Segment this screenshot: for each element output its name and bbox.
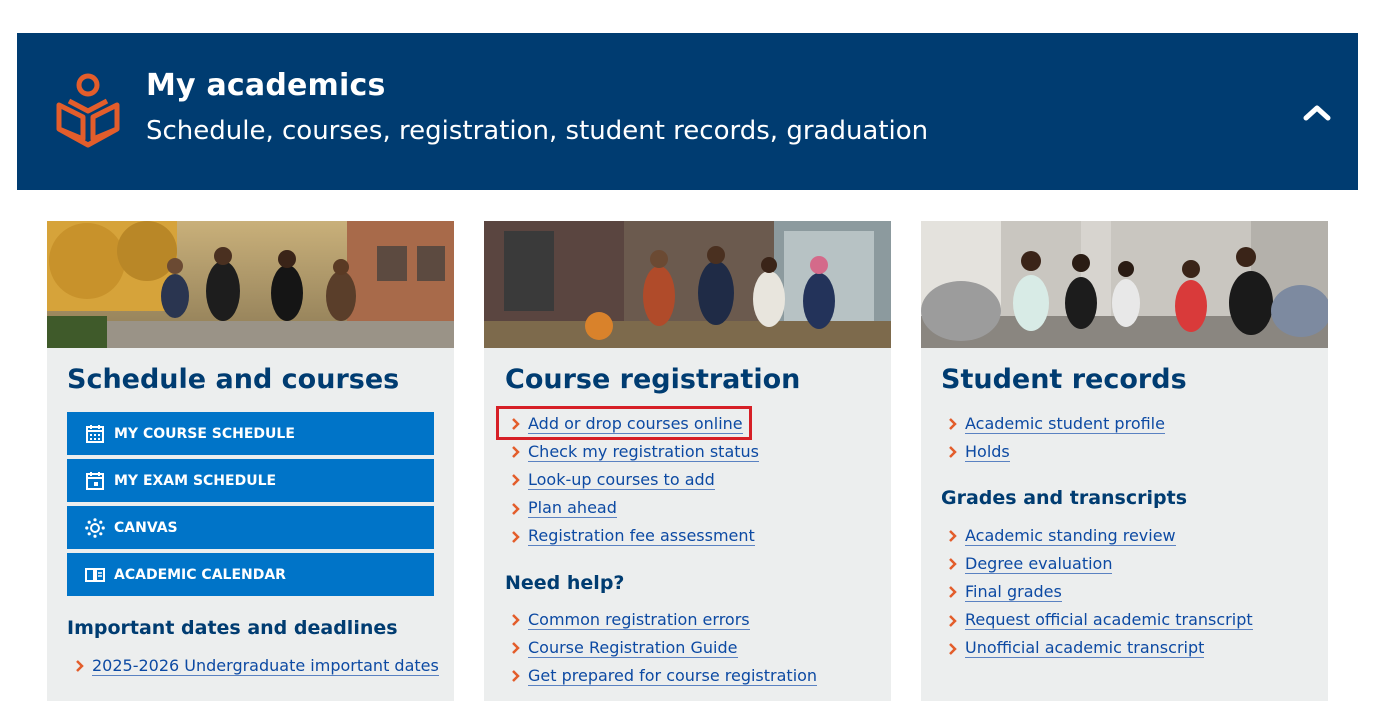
chevron-right-icon	[512, 530, 520, 543]
my-exam-schedule-button[interactable]: MY EXAM SCHEDULE	[67, 459, 434, 502]
calendar-check-icon	[86, 471, 104, 490]
records-links-list: Academic student profile Holds	[949, 410, 1165, 466]
chevron-right-icon	[949, 530, 957, 542]
button-label: MY EXAM SCHEDULE	[114, 472, 277, 489]
card-title: Course registration	[505, 364, 801, 395]
grades-links-list: Academic standing review Degree evaluati…	[949, 522, 1253, 663]
list-item: Check my registration status	[512, 438, 760, 466]
my-academics-banner: My academics Schedule, courses, registra…	[17, 33, 1358, 190]
need-help-heading: Need help?	[505, 572, 625, 594]
unofficial-transcript-link[interactable]: Unofficial academic transcript	[965, 639, 1205, 659]
list-item: Academic standing review	[949, 522, 1253, 550]
undergraduate-important-dates-link[interactable]: 2025-2026 Undergraduate important dates	[92, 656, 439, 676]
students-outside-photo	[484, 221, 891, 348]
look-up-courses-link[interactable]: Look-up courses to add	[528, 470, 715, 490]
degree-evaluation-link[interactable]: Degree evaluation	[965, 554, 1113, 574]
students-lounge-photo	[921, 221, 1328, 348]
canvas-logo-icon	[85, 517, 105, 538]
important-dates-list: 2025-2026 Undergraduate important dates	[76, 652, 439, 680]
list-item: Registration fee assessment	[512, 523, 759, 551]
list-item: Look-up courses to add	[512, 466, 759, 494]
chevron-right-icon	[512, 614, 520, 626]
academic-standing-review-link[interactable]: Academic standing review	[965, 526, 1176, 546]
card-title: Schedule and courses	[67, 364, 400, 395]
list-item: Final grades	[949, 578, 1253, 606]
highlight-box	[496, 406, 752, 440]
student-records-card: Student records Academic student profile…	[921, 221, 1328, 701]
holds-link[interactable]: Holds	[965, 442, 1010, 462]
academic-calendar-button[interactable]: ACADEMIC CALENDAR	[67, 553, 434, 596]
chevron-right-icon	[512, 642, 520, 655]
chevron-right-icon	[512, 446, 520, 459]
open-book-icon	[85, 567, 105, 582]
chevron-right-icon	[512, 502, 520, 515]
request-official-transcript-link[interactable]: Request official academic transcript	[965, 611, 1253, 631]
chevron-right-icon	[512, 474, 520, 487]
registration-fee-assessment-link[interactable]: Registration fee assessment	[528, 527, 755, 547]
chevron-right-icon	[512, 670, 520, 683]
get-prepared-link[interactable]: Get prepared for course registration	[528, 666, 818, 686]
card-title: Student records	[941, 364, 1187, 395]
students-walking-photo	[47, 221, 454, 348]
list-item: Course Registration Guide	[512, 634, 817, 662]
chevron-right-icon	[949, 558, 957, 571]
button-label: CANVAS	[114, 519, 178, 536]
course-registration-guide-link[interactable]: Course Registration Guide	[528, 638, 738, 658]
chevron-right-icon	[949, 446, 957, 459]
button-label: ACADEMIC CALENDAR	[114, 566, 286, 583]
list-item: Holds	[949, 438, 1165, 466]
chevron-right-icon	[949, 586, 957, 599]
book-reader-icon	[56, 73, 120, 148]
calendar-grid-icon	[86, 424, 104, 443]
list-item: Get prepared for course registration	[512, 662, 818, 690]
help-links-list: Common registration errors Course Regist…	[512, 606, 818, 691]
list-item: 2025-2026 Undergraduate important dates	[76, 652, 439, 680]
my-course-schedule-button[interactable]: MY COURSE SCHEDULE	[67, 412, 434, 455]
button-label: MY COURSE SCHEDULE	[114, 425, 295, 442]
list-item: Plan ahead	[512, 495, 759, 523]
list-item: Request official academic transcript	[949, 607, 1253, 635]
grades-transcripts-heading: Grades and transcripts	[941, 487, 1188, 509]
banner-subtitle: Schedule, courses, registration, student…	[146, 116, 929, 146]
academic-student-profile-link[interactable]: Academic student profile	[965, 414, 1165, 434]
check-registration-status-link[interactable]: Check my registration status	[528, 442, 760, 462]
chevron-right-icon	[949, 614, 957, 627]
canvas-button[interactable]: CANVAS	[67, 506, 434, 549]
plan-ahead-link[interactable]: Plan ahead	[528, 499, 617, 519]
list-item: Degree evaluation	[949, 550, 1253, 578]
course-registration-card: Course registration Add or drop courses …	[484, 221, 891, 701]
chevron-right-icon	[76, 660, 84, 672]
list-item: Academic student profile	[949, 410, 1165, 438]
chevron-up-icon[interactable]	[1301, 99, 1333, 125]
banner-title: My academics	[146, 68, 386, 103]
schedule-courses-card: Schedule and courses MY COURSE SCHEDULE …	[47, 221, 454, 701]
chevron-right-icon	[949, 642, 957, 655]
important-dates-heading: Important dates and deadlines	[67, 617, 398, 639]
list-item: Common registration errors	[512, 606, 817, 634]
list-item: Unofficial academic transcript	[949, 635, 1253, 663]
final-grades-link[interactable]: Final grades	[965, 582, 1062, 602]
chevron-right-icon	[949, 418, 957, 430]
common-registration-errors-link[interactable]: Common registration errors	[528, 610, 750, 630]
